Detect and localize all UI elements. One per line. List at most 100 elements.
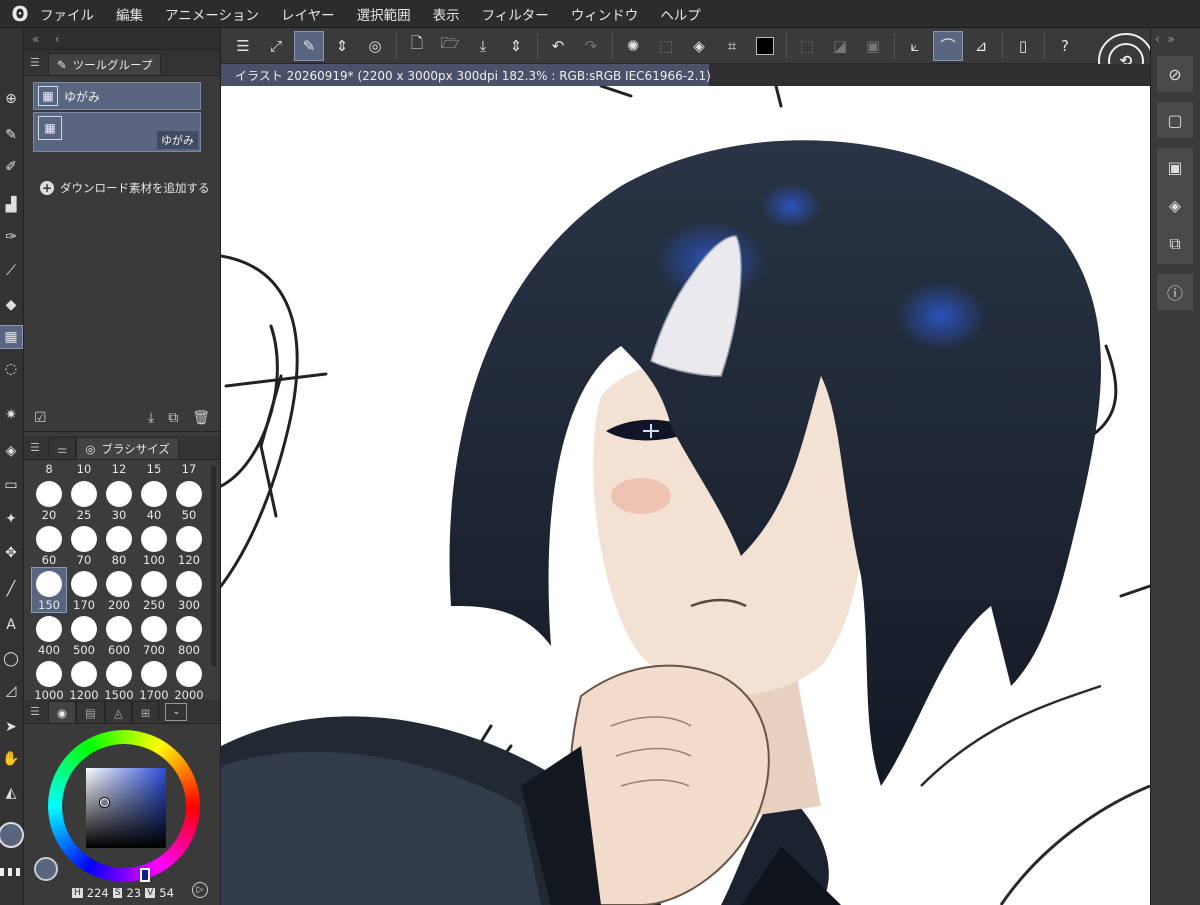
edit-brush-icon[interactable]: ✎ bbox=[294, 30, 324, 61]
transparent-swatch[interactable] bbox=[0, 868, 22, 876]
help-icon[interactable]: ? bbox=[1051, 32, 1079, 60]
redo-icon[interactable]: ↷ bbox=[577, 32, 605, 60]
fill-bucket-icon[interactable]: ◈ bbox=[685, 32, 713, 60]
selection-border-icon[interactable]: ▣ bbox=[859, 32, 887, 60]
tab-tool-group[interactable]: ✎ ツールグループ bbox=[48, 53, 162, 75]
menu-animation[interactable]: アニメーション bbox=[165, 4, 259, 24]
panel-menu-icon[interactable]: ☰ bbox=[30, 56, 48, 69]
tab-color-wheel[interactable]: ◉ bbox=[48, 701, 77, 723]
sparkle-tool-icon[interactable]: ✷ bbox=[0, 404, 22, 426]
balloon-tool-icon[interactable]: ◯ bbox=[0, 648, 22, 670]
panel-menu-icon[interactable]: ☰ bbox=[30, 441, 48, 454]
brush-size-scrollbar[interactable] bbox=[211, 466, 216, 666]
panel-menu-icon[interactable]: ☰ bbox=[30, 705, 48, 718]
line-tool-icon[interactable]: ╱ bbox=[0, 578, 22, 600]
brush-size-cell[interactable]: 80 bbox=[102, 523, 136, 567]
tool-property-icon[interactable]: ☑ bbox=[34, 410, 47, 426]
selection-shape-icon[interactable]: ◪ bbox=[826, 32, 854, 60]
snap-grid-icon[interactable]: ⊿ bbox=[967, 32, 995, 60]
brush-size-cell[interactable]: 500 bbox=[67, 613, 101, 657]
chevron-down-icon[interactable]: ⌄ bbox=[165, 702, 188, 721]
pencil-tool-icon[interactable]: ✐ bbox=[0, 156, 22, 178]
color-black-icon[interactable] bbox=[751, 32, 779, 60]
document-tab[interactable]: イラスト 20260919* (2200 x 3000px 300dpi 182… bbox=[221, 64, 711, 86]
tab-intermediate-color[interactable]: ◬ bbox=[104, 701, 132, 723]
decoration-tool-icon[interactable]: ✦ bbox=[0, 508, 22, 530]
hue-handle[interactable] bbox=[140, 868, 150, 882]
menu-help[interactable]: ヘルプ bbox=[660, 4, 701, 24]
navigator-icon[interactable]: ⊘ bbox=[1157, 56, 1193, 92]
brush-size-cell[interactable]: 30 bbox=[102, 478, 136, 522]
menu-edit[interactable]: 編集 bbox=[116, 4, 143, 24]
brush-tool-icon[interactable]: ▟ bbox=[0, 194, 22, 216]
panel-collapse-bar[interactable]: « ‹ bbox=[24, 28, 220, 50]
tab-color-set[interactable]: ▤ bbox=[76, 701, 105, 723]
eraser-tool-icon[interactable]: ◆ bbox=[0, 294, 22, 316]
snap-ruler-icon[interactable]: ⟀ bbox=[901, 32, 929, 60]
zoom-tool-icon[interactable]: ◭ bbox=[0, 782, 22, 804]
updown-icon-2[interactable]: ⇕ bbox=[502, 32, 530, 60]
brush-size-cell[interactable]: 300 bbox=[172, 568, 206, 612]
brush-size-cell[interactable]: 1700 bbox=[137, 658, 171, 702]
brush-size-cell[interactable]: 70 bbox=[67, 523, 101, 567]
brush-size-cell[interactable]: 25 bbox=[67, 478, 101, 522]
ruler-tool-icon[interactable]: ◿ bbox=[0, 680, 22, 702]
subtool-item-liquify-preview[interactable]: ▦ ゆがみ bbox=[33, 112, 201, 152]
menu-selection[interactable]: 選択範囲 bbox=[357, 4, 411, 24]
move-layer-tool-icon[interactable]: ✥ bbox=[0, 542, 22, 564]
updown-icon[interactable]: ⇕ bbox=[328, 32, 356, 60]
subtool-item-liquify[interactable]: ▦ ゆがみ bbox=[33, 82, 201, 110]
collapse-right-icon[interactable]: ‹ » bbox=[1155, 32, 1175, 46]
import-icon[interactable]: ⤓ bbox=[148, 410, 154, 426]
play-icon[interactable]: ▷ bbox=[192, 882, 208, 898]
menu-icon[interactable]: ☰ bbox=[229, 32, 257, 60]
undo-icon[interactable]: ↶ bbox=[544, 32, 572, 60]
save-panel-icon[interactable]: ▣ bbox=[1167, 158, 1182, 177]
material-icon[interactable]: ▢ bbox=[1157, 102, 1193, 138]
hand-tool-icon[interactable]: ✋ bbox=[0, 748, 22, 770]
liquify-tool-icon[interactable]: ▦ bbox=[0, 325, 23, 349]
brush-size-cell[interactable]: 800 bbox=[172, 613, 206, 657]
device-icon[interactable]: ▯ bbox=[1009, 32, 1037, 60]
brush-size-cell[interactable]: 1500 bbox=[102, 658, 136, 702]
fill-tool-icon[interactable]: ◈ bbox=[0, 440, 22, 462]
menu-layer[interactable]: レイヤー bbox=[281, 4, 335, 24]
save-icon[interactable]: ⤓ bbox=[469, 32, 497, 60]
snap-brush-icon[interactable]: ⌒ bbox=[933, 30, 963, 61]
brush-size-cell[interactable]: 60 bbox=[32, 523, 66, 567]
current-color-swatch[interactable] bbox=[34, 857, 58, 881]
airbrush-tool-icon[interactable]: ✑ bbox=[0, 226, 22, 248]
duplicate-icon[interactable]: ⧉ bbox=[168, 410, 178, 426]
tab-tool-property[interactable]: ⚌ bbox=[48, 437, 77, 459]
brush-size-top-label[interactable]: 8 bbox=[32, 462, 66, 476]
loading-icon[interactable]: ✺ bbox=[619, 32, 647, 60]
gradient-tool-icon[interactable]: ▭ bbox=[0, 474, 22, 496]
brush-size-cell[interactable]: 250 bbox=[137, 568, 171, 612]
trash-icon[interactable]: 🗑 bbox=[192, 410, 210, 426]
menu-view[interactable]: 表示 bbox=[433, 4, 460, 24]
menu-window[interactable]: ウィンドウ bbox=[571, 4, 639, 24]
fit-screen-icon[interactable]: ⤢ bbox=[262, 32, 290, 60]
saturation-value-square[interactable] bbox=[86, 768, 166, 848]
text-tool-icon[interactable]: A bbox=[0, 614, 22, 636]
layer-property-icon[interactable]: ⧉ bbox=[1169, 234, 1180, 254]
menu-file[interactable]: ファイル bbox=[40, 4, 94, 24]
info-icon[interactable]: ⓘ bbox=[1157, 274, 1193, 310]
spiral-icon[interactable]: ◎ bbox=[361, 32, 389, 60]
open-folder-icon[interactable]: 🗁 bbox=[436, 32, 464, 60]
brush-size-cell[interactable]: 20 bbox=[32, 478, 66, 522]
brush-size-top-label[interactable]: 15 bbox=[137, 462, 171, 476]
tab-brush-size[interactable]: ◎ ブラシサイズ bbox=[76, 437, 179, 459]
brush-size-cell[interactable]: 1200 bbox=[67, 658, 101, 702]
lasso-tool-icon[interactable]: ◌ bbox=[0, 358, 22, 380]
brush-size-cell[interactable]: 200 bbox=[102, 568, 136, 612]
brush-size-top-label[interactable]: 17 bbox=[172, 462, 206, 476]
color-cursor[interactable] bbox=[100, 798, 109, 807]
main-color-swatch[interactable] bbox=[0, 822, 24, 848]
new-file-icon[interactable]: 🗋 bbox=[403, 32, 431, 60]
selection-invert-icon[interactable]: ⬚ bbox=[793, 32, 821, 60]
download-icon[interactable]: ⊕ bbox=[0, 88, 22, 110]
brush-size-cell[interactable]: 50 bbox=[172, 478, 206, 522]
brush-size-cell[interactable]: 700 bbox=[137, 613, 171, 657]
add-download-material-button[interactable]: + ダウンロード素材を追加する bbox=[40, 180, 210, 196]
